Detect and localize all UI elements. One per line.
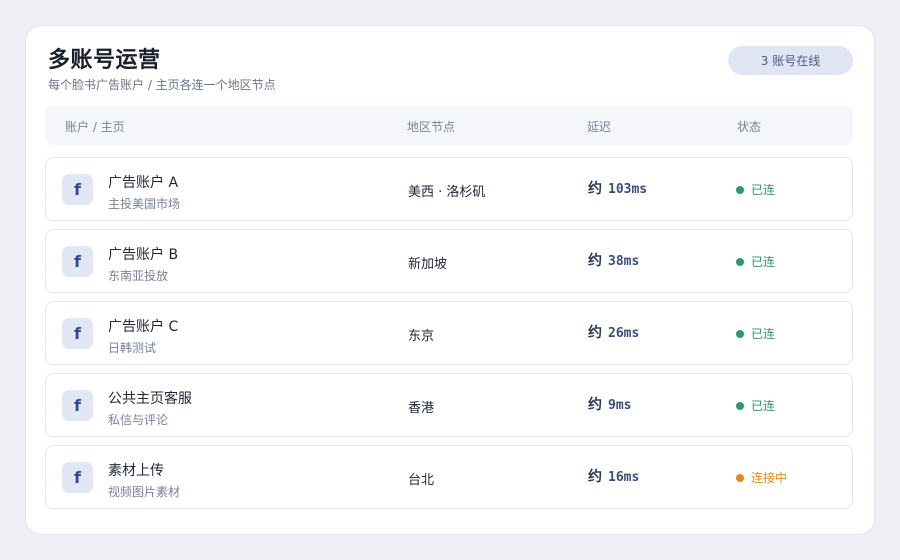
- account-name: 广告账户 A: [108, 175, 179, 191]
- status-label: 已连: [751, 183, 776, 197]
- table-header: 账户 / 主页 地区节点 延迟 状态: [45, 106, 853, 145]
- latency-value: 约 103ms: [588, 181, 648, 197]
- account-description: 私信与评论: [108, 413, 169, 427]
- facebook-icon: f: [62, 174, 93, 205]
- page-title: 多账号运营: [48, 48, 161, 73]
- table-row[interactable]: f 素材上传 视频图片素材 台北 约 16ms 连接中: [45, 445, 853, 509]
- status-label: 连接中: [751, 471, 788, 485]
- table-row[interactable]: f 广告账户 B 东南亚投放 新加坡 约 38ms 已连: [45, 229, 853, 293]
- region-node: 美西 · 洛杉矶: [408, 185, 486, 200]
- status-indicator: 连接中: [736, 469, 787, 486]
- status-indicator: 已连: [736, 181, 775, 198]
- latency-value: 约 26ms: [588, 325, 640, 341]
- account-description: 东南亚投放: [108, 269, 169, 283]
- column-header-status: 状态: [737, 120, 762, 134]
- status-dot-icon: [736, 401, 744, 410]
- latency-value: 约 16ms: [588, 469, 640, 485]
- column-header-region: 地区节点: [407, 120, 456, 134]
- facebook-icon: f: [62, 462, 93, 493]
- status-dot-icon: [736, 473, 744, 482]
- status-indicator: 已连: [736, 325, 775, 342]
- facebook-icon: f: [62, 318, 93, 349]
- table-row[interactable]: f 广告账户 A 主投美国市场 美西 · 洛杉矶 约 103ms 已连: [45, 157, 853, 221]
- status-dot-icon: [736, 257, 744, 266]
- region-node: 东京: [408, 329, 435, 344]
- facebook-icon: f: [62, 246, 93, 277]
- latency-value: 约 38ms: [588, 253, 640, 269]
- account-description: 主投美国市场: [108, 197, 181, 211]
- account-name: 素材上传: [108, 463, 164, 479]
- status-dot-icon: [736, 329, 744, 338]
- page-subtitle: 每个脸书广告账户 / 主页各连一个地区节点: [48, 78, 276, 92]
- multi-account-panel: 多账号运营 每个脸书广告账户 / 主页各连一个地区节点 3 账号在线 账户 / …: [25, 25, 875, 535]
- region-node: 台北: [408, 473, 435, 488]
- account-name: 广告账户 C: [108, 319, 179, 335]
- latency-value: 约 9ms: [588, 397, 632, 413]
- facebook-icon: f: [62, 390, 93, 421]
- table-row[interactable]: f 公共主页客服 私信与评论 香港 约 9ms 已连: [45, 373, 853, 437]
- account-description: 日韩测试: [108, 341, 157, 355]
- table-row[interactable]: f 广告账户 C 日韩测试 东京 约 26ms 已连: [45, 301, 853, 365]
- online-count-badge: 3 账号在线: [728, 46, 853, 75]
- column-header-latency: 延迟: [587, 120, 612, 134]
- status-indicator: 已连: [736, 397, 775, 414]
- status-indicator: 已连: [736, 253, 775, 270]
- account-name: 公共主页客服: [108, 391, 192, 407]
- account-name: 广告账户 B: [108, 247, 179, 263]
- status-label: 已连: [751, 255, 776, 269]
- status-dot-icon: [736, 185, 744, 194]
- status-label: 已连: [751, 327, 776, 341]
- column-header-account: 账户 / 主页: [65, 120, 125, 134]
- account-description: 视频图片素材: [108, 485, 181, 499]
- region-node: 新加坡: [408, 257, 448, 272]
- status-label: 已连: [751, 399, 776, 413]
- region-node: 香港: [408, 401, 435, 416]
